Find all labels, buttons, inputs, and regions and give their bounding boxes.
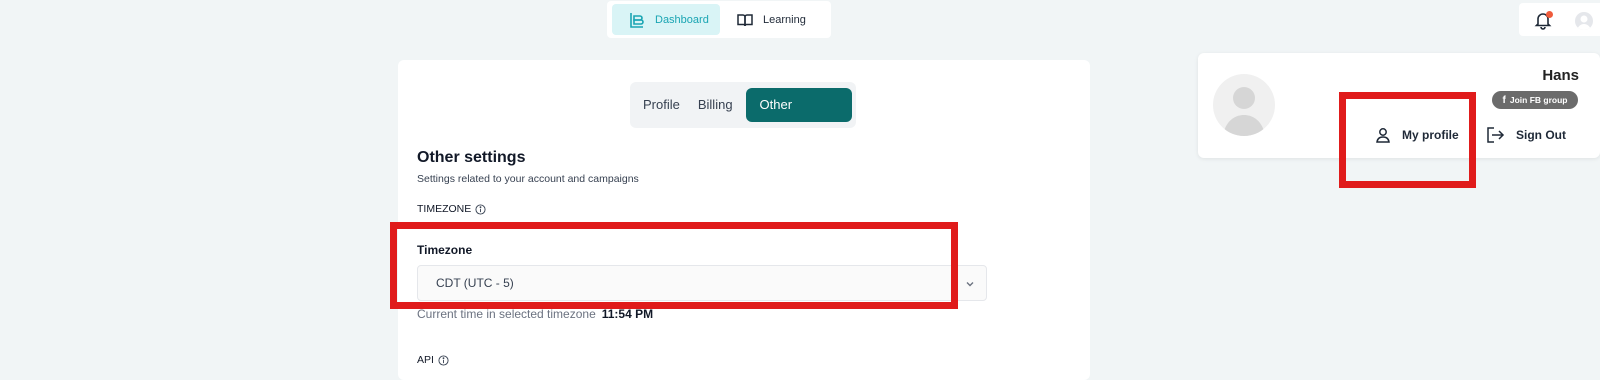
sign-out-link[interactable]: Sign Out [1486,126,1566,144]
tab-other-settings[interactable]: Other settings [745,88,852,146]
tab-billing[interactable]: Billing [689,88,742,122]
section-title: Other settings [417,149,526,166]
profile-name: Hans [1542,67,1579,84]
my-profile-label: My profile [1402,128,1459,142]
profile-dropdown: Hans f Join FB group My profile Sign Out [1198,53,1600,158]
nav-item-learning[interactable]: Learning [720,4,821,35]
header-actions [1519,3,1600,36]
current-time-label: Current time in selected timezone [417,307,596,321]
info-icon[interactable] [475,203,486,215]
current-time: Current time in selected timezone 11:54 P… [417,307,653,321]
timezone-select[interactable]: CDT (UTC - 5) [417,265,987,301]
top-nav: Dashboard Learning [607,1,831,38]
book-icon [736,11,754,29]
settings-card: Profile Billing Other settings Other set… [398,60,1090,380]
current-time-value: 11:54 PM [601,307,654,321]
avatar[interactable] [1575,12,1593,30]
my-profile-link[interactable]: My profile [1374,126,1459,144]
join-fb-group-label: Join FB group [1509,95,1568,105]
chevron-down-icon [966,282,974,287]
api-heading-label: API [417,354,434,366]
timezone-heading-label: TIMEZONE [417,203,472,215]
facebook-icon: f [1502,94,1506,106]
join-fb-group-button[interactable]: f Join FB group [1492,91,1578,109]
dashboard-icon [628,11,646,29]
nav-item-label: Dashboard [655,13,709,26]
timezone-field-label: Timezone [417,243,473,257]
api-heading: API [417,354,449,366]
info-icon[interactable] [438,354,449,366]
notification-dot [1546,11,1553,18]
nav-item-label: Learning [763,13,806,26]
profile-avatar [1213,74,1275,136]
nav-item-dashboard[interactable]: Dashboard [612,4,720,35]
timezone-selected-value: CDT (UTC - 5) [436,276,514,290]
sign-out-icon [1487,127,1505,143]
sign-out-label: Sign Out [1516,128,1566,142]
tab-profile[interactable]: Profile [634,88,689,122]
settings-tabs: Profile Billing Other settings [630,82,856,146]
user-icon [1376,128,1390,143]
section-subtitle: Settings related to your account and cam… [417,173,639,185]
timezone-heading: TIMEZONE [417,203,486,215]
